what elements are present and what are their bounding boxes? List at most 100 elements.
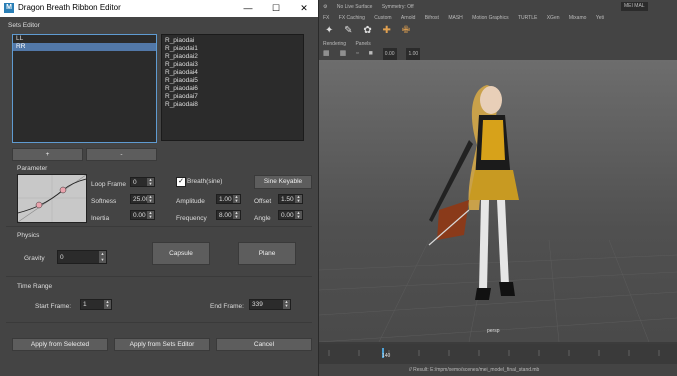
command-line[interactable]: // Result: E:/mpm/xemo/scenes/mei_model_… [319, 364, 677, 376]
spinner-icon[interactable]: ▲ ▼ [147, 211, 154, 219]
symmetry-label[interactable]: Symmetry: Off [382, 0, 414, 14]
list-item[interactable]: R_piaodai3 [162, 61, 303, 69]
shaded-icon[interactable]: ■ [369, 48, 373, 60]
shelf-tab[interactable]: TURTLE [518, 14, 537, 22]
add-set-button[interactable]: + [12, 148, 83, 161]
section-divider [6, 226, 312, 227]
sets-list[interactable]: LL RR [12, 34, 157, 143]
perspective-viewport[interactable]: persp [318, 60, 677, 343]
plane-button[interactable]: Plane [238, 242, 296, 265]
list-item[interactable]: R_piaodai5 [162, 77, 303, 85]
start-frame-field[interactable]: 1 ▲ ▼ [80, 299, 112, 310]
wireframe-icon[interactable]: ▫ [356, 48, 358, 60]
start-frame-value: 1 [83, 301, 87, 308]
list-item[interactable]: R_piaodai8 [162, 101, 303, 109]
loop-frame-label: Loop Frame [91, 181, 127, 188]
shelf-tab[interactable]: MASH [448, 14, 462, 22]
spinner-icon[interactable]: ▲ ▼ [99, 251, 106, 263]
window-title: Dragon Breath Ribbon Editor [18, 3, 121, 12]
camera-value-field[interactable]: 0.00 [382, 48, 397, 60]
spinner-icon[interactable]: ▲ ▼ [104, 300, 111, 309]
angle-field[interactable]: 0.00 ▲ ▼ [278, 210, 303, 220]
move-tool-icon[interactable]: ✚ [383, 22, 391, 40]
list-item[interactable]: R_piaodai1 [162, 45, 303, 53]
minimize-icon[interactable]: — [234, 0, 262, 17]
list-item[interactable]: R_piaodai4 [162, 69, 303, 77]
camera-value-field[interactable]: 1.00 [406, 48, 421, 60]
sine-keyable-button[interactable]: Sine Keyable [254, 175, 312, 189]
current-frame: 140 [382, 353, 391, 359]
amplitude-field[interactable]: 1.00 ▲ ▼ [216, 194, 241, 204]
spinner-icon[interactable]: ▲ ▼ [283, 300, 290, 309]
amplitude-value: 1.00 [219, 196, 232, 203]
list-item[interactable]: R_piaodai7 [162, 93, 303, 101]
spinner-icon[interactable]: ▲ ▼ [147, 195, 154, 203]
end-frame-value: 339 [252, 301, 263, 308]
shelf-tabs: FX FX Caching Custom Arnold Bifrost MASH… [319, 14, 677, 22]
inertia-field[interactable]: 0.00 ▲ ▼ [130, 210, 155, 220]
list-item[interactable]: LL [13, 35, 156, 43]
shelf-tab[interactable]: Arnold [401, 14, 415, 22]
list-item[interactable]: R_piaodai2 [162, 53, 303, 61]
offset-field[interactable]: 1.50 ▲ ▼ [278, 194, 303, 204]
frequency-value: 8.00 [219, 212, 232, 219]
shelf-tab[interactable]: Yeti [596, 14, 604, 22]
frequency-field[interactable]: 8.00 ▲ ▼ [216, 210, 241, 220]
workspace-selector[interactable]: MEI MAL [621, 2, 648, 11]
softness-field[interactable]: 25.00 ▲ ▼ [130, 194, 155, 204]
cancel-button[interactable]: Cancel [216, 338, 312, 351]
capsule-button[interactable]: Capsule [152, 242, 210, 265]
grid-icon[interactable]: ▦ [340, 48, 347, 60]
shelf-tab[interactable]: Mixamo [569, 14, 587, 22]
apply-from-sets-editor-button[interactable]: Apply from Sets Editor [114, 338, 210, 351]
loop-frame-value: 0 [133, 179, 137, 186]
live-surface-label[interactable]: No Live Surface [337, 0, 373, 14]
panel-toolbar: ▦ ▦ ▫ ■ 0.00 1.00 [319, 48, 677, 60]
falloff-curve-graph[interactable] [17, 174, 87, 223]
maya-app-icon: M [4, 3, 14, 13]
breath-checkbox[interactable]: ✓ [176, 177, 186, 187]
spinner-icon[interactable]: ▲ ▼ [295, 211, 302, 219]
brush-icon[interactable]: ✎ [344, 22, 352, 40]
timeline[interactable]: 140 [319, 344, 677, 364]
loop-frame-field[interactable]: 0 ▲ ▼ [130, 177, 155, 187]
magnet-icon[interactable]: ⚙ [323, 0, 327, 14]
frequency-label: Frequency [176, 215, 207, 222]
camera-icon[interactable]: ▦ [323, 48, 330, 60]
list-item[interactable]: RR [13, 43, 156, 51]
pin-icon[interactable]: ✦ [325, 22, 333, 40]
spinner-icon[interactable]: ▲ ▼ [147, 178, 154, 186]
angle-label: Angle [254, 215, 271, 222]
gravity-field[interactable]: 0 ▲ ▼ [57, 250, 107, 264]
apply-from-selected-button[interactable]: Apply from Selected [12, 338, 108, 351]
pivot-tool-icon[interactable]: ✙ [402, 22, 410, 40]
maximize-icon[interactable]: ☐ [262, 0, 290, 17]
gravity-label: Gravity [24, 255, 45, 262]
list-item[interactable]: R_piaodai6 [162, 85, 303, 93]
spinner-icon[interactable]: ▲ ▼ [295, 195, 302, 203]
members-list[interactable]: R_piaodai R_piaodai1 R_piaodai2 R_piaoda… [161, 34, 304, 141]
ribbon-editor-dialog: M Dragon Breath Ribbon Editor — ☐ ✕ Sets… [0, 0, 319, 376]
shelf-tab[interactable]: Custom [374, 14, 391, 22]
character-model[interactable] [428, 85, 519, 300]
shelf-tab[interactable]: FX Caching [339, 14, 365, 22]
timeline-ticks [328, 348, 660, 358]
end-frame-field[interactable]: 339 ▲ ▼ [249, 299, 291, 310]
sets-editor-label: Sets Editor [8, 22, 40, 29]
spinner-icon[interactable]: ▲ ▼ [233, 195, 240, 203]
shelf-tab[interactable]: Motion Graphics [472, 14, 508, 22]
softness-label: Softness [91, 198, 117, 205]
shelf-tab[interactable]: XGen [547, 14, 560, 22]
hair-icon[interactable]: ✿ [363, 22, 371, 40]
maya-main-window: ⚙ No Live Surface Symmetry: Off MEI MAL … [318, 0, 677, 376]
close-icon[interactable]: ✕ [290, 0, 318, 17]
shelf-tab[interactable]: FX [323, 14, 329, 22]
menu-panels[interactable]: Panels [355, 40, 370, 48]
shelf-tab[interactable]: Bifrost [425, 14, 439, 22]
list-item[interactable]: R_piaodai [162, 37, 303, 45]
character-label: persp [487, 328, 500, 334]
menu-rendering[interactable]: Rendering [323, 40, 346, 48]
remove-set-button[interactable]: - [86, 148, 157, 161]
spinner-icon[interactable]: ▲ ▼ [233, 211, 240, 219]
inertia-value: 0.00 [133, 212, 146, 219]
